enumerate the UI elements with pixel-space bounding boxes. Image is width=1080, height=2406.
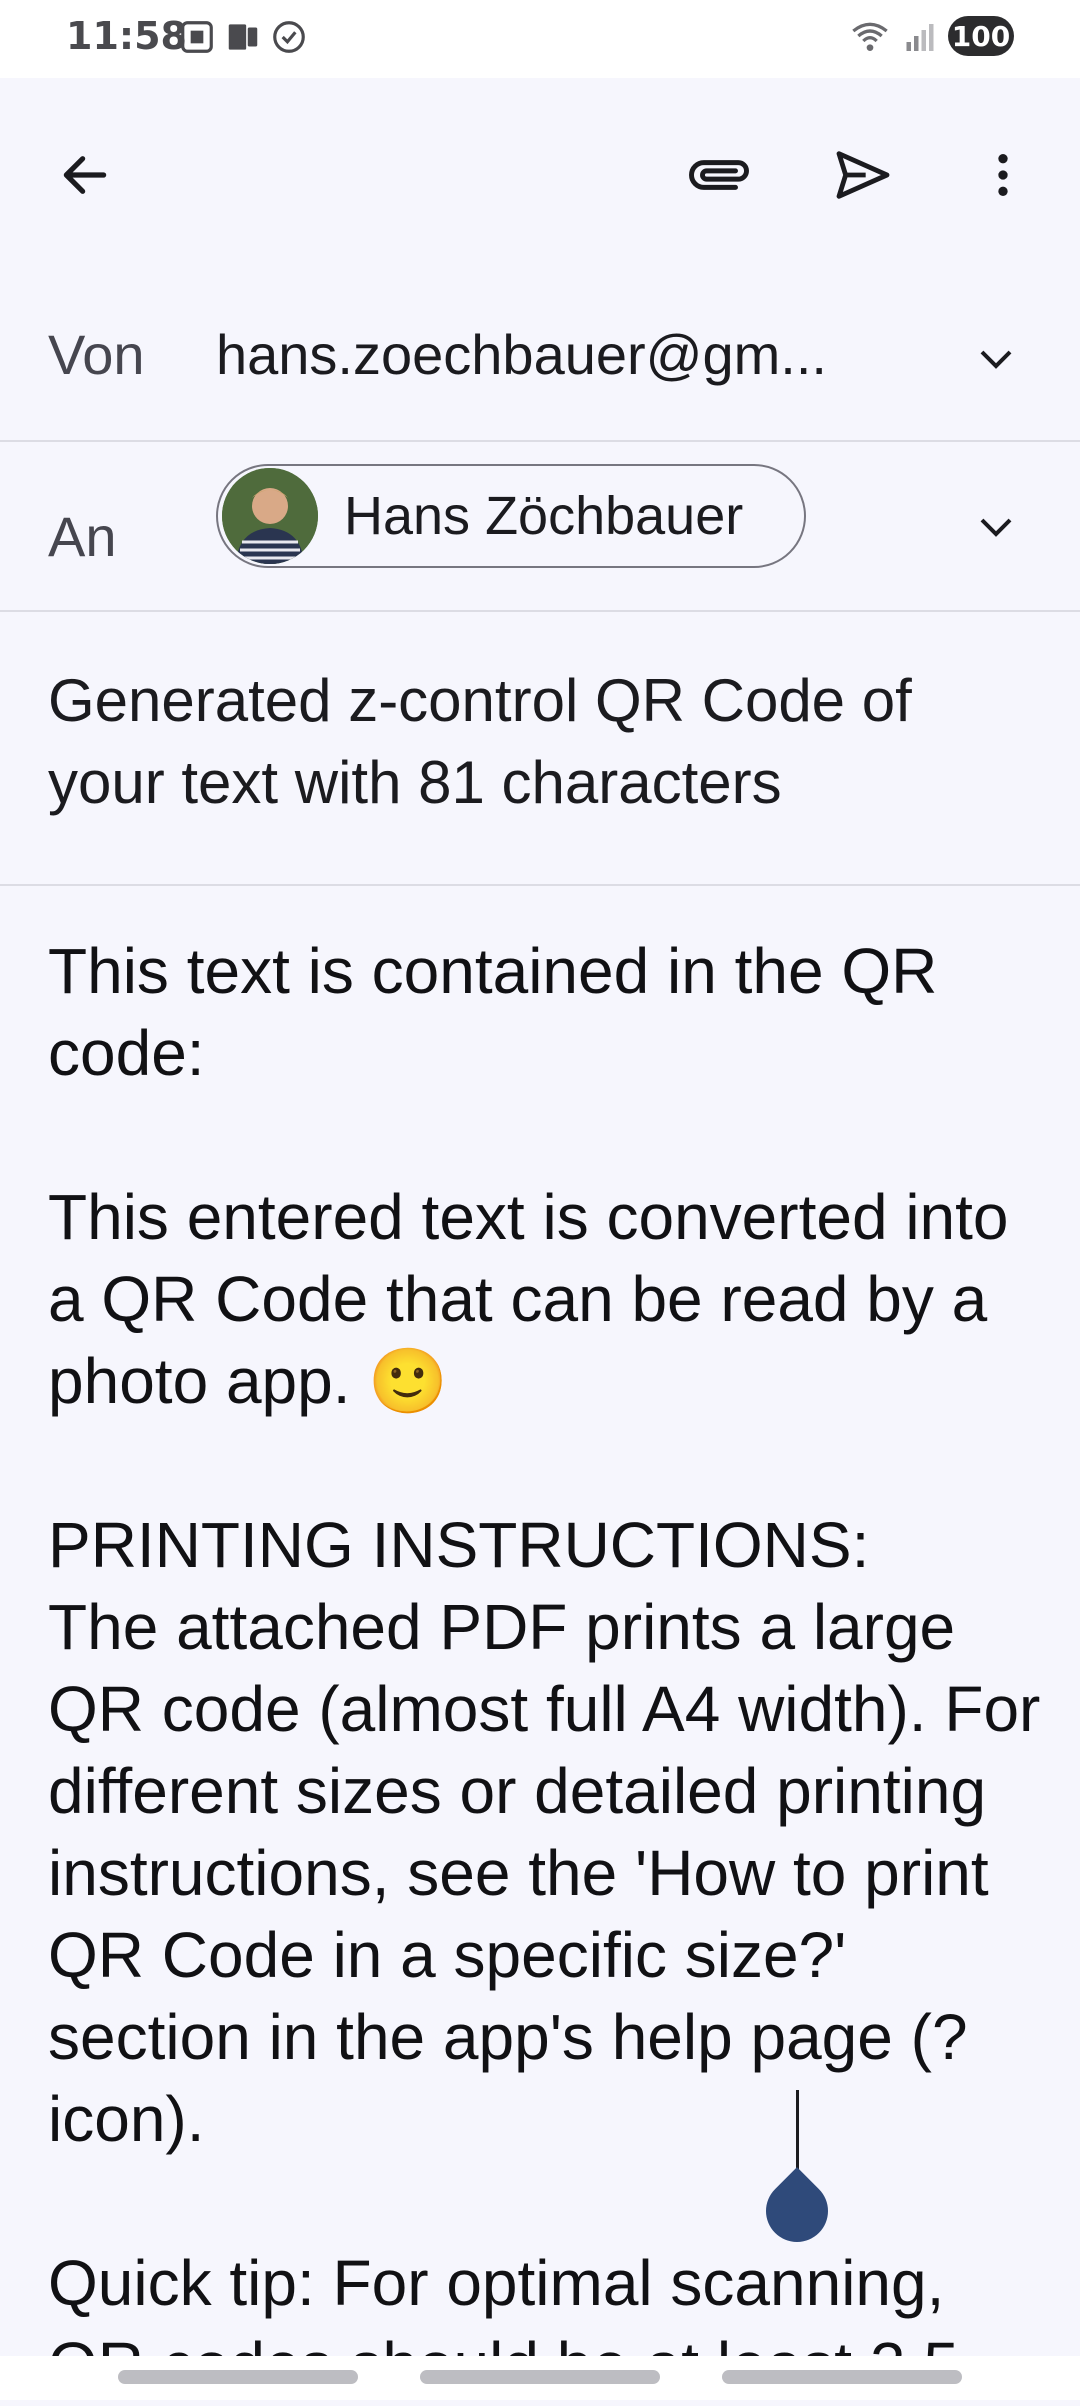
- subject-field[interactable]: Generated z-control QR Code of your text…: [48, 660, 1028, 824]
- signal-icon: [906, 24, 934, 51]
- from-dropdown-button[interactable]: [972, 334, 1020, 382]
- check-circle-icon: [273, 21, 305, 53]
- more-vert-icon: [998, 154, 1008, 196]
- chevron-down-icon: [980, 350, 1012, 369]
- compose-body-field[interactable]: This text is contained in the QR code: T…: [48, 930, 1048, 2406]
- from-label: Von: [48, 323, 145, 386]
- battery-badge: 100: [948, 16, 1014, 56]
- wifi-icon: [852, 22, 888, 51]
- navigation-bar: [0, 2356, 1080, 2400]
- to-dropdown-button[interactable]: [972, 502, 1020, 550]
- send-icon: [836, 151, 890, 199]
- status-icons-left: [178, 18, 308, 56]
- status-bar: 11:58 100: [0, 0, 1080, 78]
- to-label: An: [48, 505, 117, 568]
- recipient-name: Hans Zöchbauer: [344, 486, 744, 546]
- back-button[interactable]: [40, 130, 130, 220]
- status-time: 11:58: [66, 14, 187, 58]
- to-row: An Hans Zöchbauer: [0, 442, 1080, 612]
- status-icons-right: 100: [848, 16, 1014, 56]
- nav-handle-center[interactable]: [420, 2370, 660, 2384]
- avatar: [222, 468, 318, 564]
- send-button[interactable]: [818, 130, 908, 220]
- from-account-value[interactable]: hans.zoechbauer@gm...: [216, 322, 827, 387]
- device-icon: [228, 24, 258, 50]
- nav-handle-left[interactable]: [118, 2370, 358, 2384]
- attach-button[interactable]: [674, 130, 764, 220]
- more-options-button[interactable]: [958, 130, 1048, 220]
- compose-toolbar: [0, 78, 1080, 278]
- recipient-chip[interactable]: Hans Zöchbauer: [216, 464, 806, 568]
- attachment-icon: [689, 160, 749, 190]
- arrow-back-icon: [63, 156, 107, 194]
- nav-handle-right[interactable]: [722, 2370, 962, 2384]
- from-row: Von hans.zoechbauer@gm...: [0, 278, 1080, 442]
- chevron-down-icon: [980, 518, 1012, 537]
- screenshot-icon: [181, 21, 213, 53]
